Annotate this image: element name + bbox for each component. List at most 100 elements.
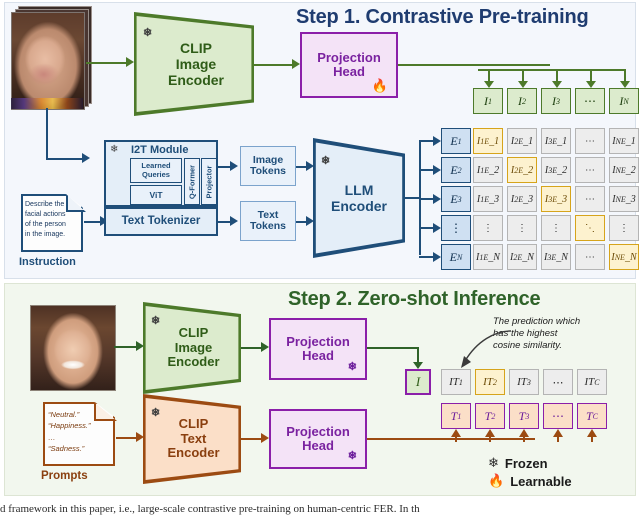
flame-icon: 🔥 bbox=[488, 473, 505, 488]
clip-image-encoder-step2-line1: CLIP bbox=[178, 324, 209, 340]
i2t-module: I2T Module ❄ Learned Queries ViT Q-Forme… bbox=[104, 140, 218, 207]
annotation-line: cosine similarity. bbox=[493, 339, 562, 351]
qformer-box: Q-Former bbox=[184, 158, 200, 205]
arrowhead bbox=[126, 57, 134, 67]
projector-label: Projector bbox=[204, 165, 214, 198]
clip-text-encoder: CLIP Text Encoder ❄ bbox=[143, 394, 241, 484]
snowflake-icon: ❄ bbox=[321, 155, 331, 167]
similarity-cell: ⋮ bbox=[541, 215, 571, 241]
line-projection-to-I-v bbox=[417, 347, 419, 363]
similarity-cell: I NE _1 bbox=[609, 128, 639, 154]
bus-branch bbox=[419, 227, 435, 229]
inference-t-cell: T2 bbox=[475, 403, 505, 429]
bus-branch bbox=[419, 140, 435, 142]
arrowhead bbox=[485, 429, 495, 437]
inference-it-cell: ⋯ bbox=[543, 369, 573, 395]
image-tokens-line2: Tokens bbox=[250, 165, 286, 177]
similarity-cell: I 1E _3 bbox=[473, 186, 503, 212]
projection-head-text-line2: Head bbox=[302, 438, 334, 453]
similarity-cell: ⋮ bbox=[473, 215, 503, 241]
learned-queries-box: Learned Queries bbox=[130, 158, 182, 183]
qformer-label: Q-Former bbox=[187, 164, 197, 199]
text-tokenizer-label: Text Tokenizer bbox=[121, 215, 201, 228]
similarity-cell-diagonal: I NE _N bbox=[609, 244, 639, 270]
text-tokens-line2: Tokens bbox=[250, 220, 286, 232]
inference-it-cell-highlighted: IT 2 bbox=[475, 369, 505, 395]
similarity-cell: I NE _3 bbox=[609, 186, 639, 212]
arrowhead bbox=[261, 433, 269, 443]
similarity-cell: ⋯ bbox=[575, 157, 605, 183]
projection-head-line2: Head bbox=[333, 64, 365, 79]
bus-branch bbox=[419, 256, 435, 258]
arrowhead bbox=[413, 362, 423, 369]
arrow-text-encoder-to-projection bbox=[241, 438, 263, 440]
line-face-to-i2t bbox=[46, 108, 48, 160]
arrow-face-to-clip bbox=[86, 62, 128, 64]
projection-head-image-line2: Head bbox=[302, 348, 334, 363]
prompt-line: “Neutral.” bbox=[48, 410, 80, 419]
clip-image-encoder-line1: CLIP bbox=[180, 39, 212, 56]
arrowhead bbox=[261, 342, 269, 352]
projection-head-step1: Projection Head 🔥 bbox=[300, 32, 398, 98]
text-embedding-cell: ⋮ bbox=[441, 215, 471, 241]
snowflake-icon: ❄ bbox=[347, 450, 357, 462]
similarity-cell: ⋯ bbox=[575, 244, 605, 270]
prompt-line: “Sadness.” bbox=[48, 443, 85, 453]
similarity-cell: I 3E _1 bbox=[541, 128, 571, 154]
similarity-cell-diagonal: I 1E _1 bbox=[473, 128, 503, 154]
similarity-cell: ⋮ bbox=[609, 215, 639, 241]
llm-encoder: LLM Encoder ❄ bbox=[313, 138, 405, 258]
similarity-cell: ⋯ bbox=[575, 128, 605, 154]
legend: ❄ Frozen 🔥 Learnable bbox=[488, 455, 628, 489]
clip-text-encoder-line1: CLIP bbox=[178, 415, 209, 431]
snowflake-icon: ❄ bbox=[110, 144, 119, 155]
flame-icon: 🔥 bbox=[371, 78, 388, 93]
image-token-cell: I2 bbox=[507, 88, 537, 114]
similarity-cell-diagonal: ⋱ bbox=[575, 215, 605, 241]
clip-image-encoder-line3: Encoder bbox=[167, 72, 224, 89]
arrowhead bbox=[518, 81, 528, 88]
similarity-cell: I 2E _1 bbox=[507, 128, 537, 154]
text-embedding-cell: E1 bbox=[441, 128, 471, 154]
bus-branch bbox=[419, 169, 435, 171]
arrowhead bbox=[553, 429, 563, 437]
bus-image-tokens-horizontal bbox=[478, 69, 626, 71]
llm-encoder-line2: Encoder bbox=[330, 198, 387, 214]
inference-it-cell: IT 1 bbox=[441, 369, 471, 395]
inference-t-cell: T1 bbox=[441, 403, 471, 429]
text-embedding-cell: EN bbox=[441, 244, 471, 270]
similarity-cell: I 1E _2 bbox=[473, 157, 503, 183]
learned-queries-line2: Queries bbox=[142, 169, 170, 179]
annotation-line: has the highest bbox=[493, 327, 558, 339]
projection-head-image-line1: Projection bbox=[286, 333, 350, 349]
bus-projection-to-image-tokens bbox=[398, 64, 550, 66]
clip-text-encoder-line2: Text bbox=[180, 430, 207, 446]
snowflake-icon: ❄ bbox=[488, 455, 499, 470]
inference-image-token-label: I bbox=[415, 374, 421, 389]
image-token-cell: ⋯ bbox=[575, 88, 605, 114]
prompts-label: Prompts bbox=[41, 470, 88, 482]
similarity-cell-diagonal: I 2E _2 bbox=[507, 157, 537, 183]
llm-encoder-line1: LLM bbox=[344, 181, 374, 198]
snowflake-icon: ❄ bbox=[151, 407, 161, 419]
line-projection-to-I bbox=[367, 347, 418, 349]
arrowhead bbox=[230, 216, 238, 226]
similarity-cell: ⋮ bbox=[507, 215, 537, 241]
similarity-cell: I 2E _3 bbox=[507, 186, 537, 212]
arrowhead bbox=[587, 429, 597, 437]
arrowhead bbox=[552, 81, 562, 88]
clip-image-encoder-step2: CLIP Image Encoder ❄ bbox=[143, 302, 241, 394]
instruction-line: facial actions bbox=[25, 211, 66, 219]
arrowhead bbox=[82, 153, 90, 163]
arrow-clip-to-projection-step1 bbox=[254, 64, 294, 66]
inference-face-image bbox=[30, 305, 116, 391]
clip-image-encoder-line2: Image bbox=[175, 55, 217, 72]
similarity-cell: I 2E _N bbox=[507, 244, 537, 270]
image-token-cell: I3 bbox=[541, 88, 571, 114]
similarity-cell: I 1E _N bbox=[473, 244, 503, 270]
snowflake-icon: ❄ bbox=[151, 315, 161, 327]
prompt-line: … bbox=[48, 432, 56, 442]
clip-image-encoder-step2-line3: Encoder bbox=[167, 354, 220, 370]
projection-head-text-step2: Projection Head ❄ bbox=[269, 409, 367, 469]
vit-box: ViT bbox=[130, 185, 182, 205]
